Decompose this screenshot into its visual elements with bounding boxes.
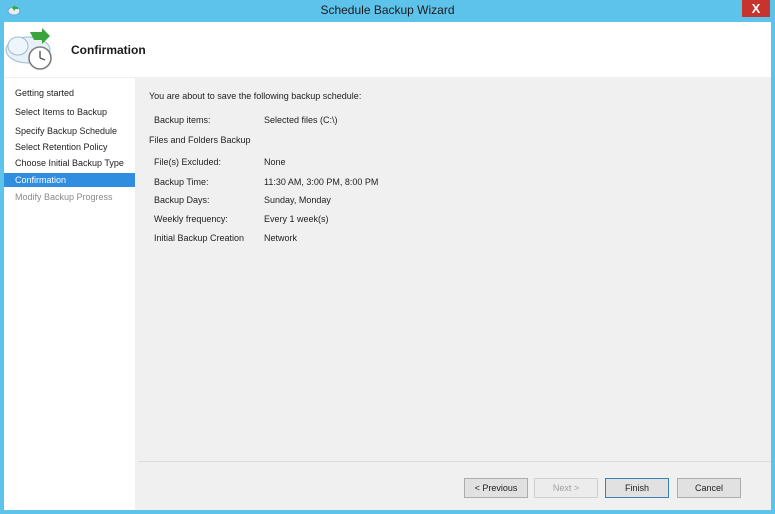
step-getting-started[interactable]: Getting started: [4, 86, 135, 100]
backup-days-label: Backup Days:: [154, 195, 210, 205]
backup-items-value: Selected files (C:\): [264, 115, 338, 125]
backup-days-value: Sunday, Monday: [264, 195, 331, 205]
step-specify-schedule[interactable]: Specify Backup Schedule: [4, 124, 135, 138]
close-button[interactable]: X: [742, 0, 770, 17]
cancel-button[interactable]: Cancel: [677, 478, 741, 498]
initial-backup-creation-value: Network: [264, 233, 298, 243]
step-initial-backup-type[interactable]: Choose Initial Backup Type: [4, 156, 135, 170]
previous-button[interactable]: < Previous: [464, 478, 528, 498]
step-select-items[interactable]: Select Items to Backup: [4, 105, 135, 119]
weekly-frequency-label: Weekly frequency:: [154, 214, 228, 224]
step-modify-progress: Modify Backup Progress: [15, 192, 113, 202]
step-retention-policy[interactable]: Select Retention Policy: [4, 140, 135, 154]
next-button: Next >: [534, 478, 598, 498]
scheduled-backup-icon: [5, 28, 52, 70]
backup-time-value: 11:30 AM, 3:00 PM, 8:00 PM: [264, 177, 379, 187]
wizard-client-area: Confirmation Getting started Select Item…: [4, 22, 771, 510]
weekly-frequency-value: Every 1 week(s): [264, 214, 329, 224]
title-bar[interactable]: Schedule Backup Wizard X: [0, 0, 775, 22]
wizard-window: Schedule Backup Wizard X Confirmation Ge…: [0, 0, 775, 514]
confirmation-panel: You are about to save the following back…: [138, 78, 771, 458]
files-excluded-value: None: [264, 157, 286, 167]
initial-backup-creation-label: Initial Backup Creation: [154, 233, 245, 243]
page-title: Confirmation: [71, 43, 146, 57]
backup-items-label: Backup items:: [154, 115, 211, 125]
intro-text: You are about to save the following back…: [149, 91, 362, 101]
wizard-header: Confirmation: [4, 22, 771, 77]
step-confirmation[interactable]: Confirmation: [4, 173, 135, 187]
wizard-steps-sidebar: Getting started Select Items to Backup S…: [4, 78, 135, 510]
finish-button[interactable]: Finish: [605, 478, 669, 498]
section-title: Files and Folders Backup: [149, 135, 251, 145]
window-title: Schedule Backup Wizard: [320, 3, 455, 17]
footer-divider: [138, 461, 771, 462]
backup-time-label: Backup Time:: [154, 177, 209, 187]
files-excluded-label: File(s) Excluded:: [154, 157, 222, 167]
